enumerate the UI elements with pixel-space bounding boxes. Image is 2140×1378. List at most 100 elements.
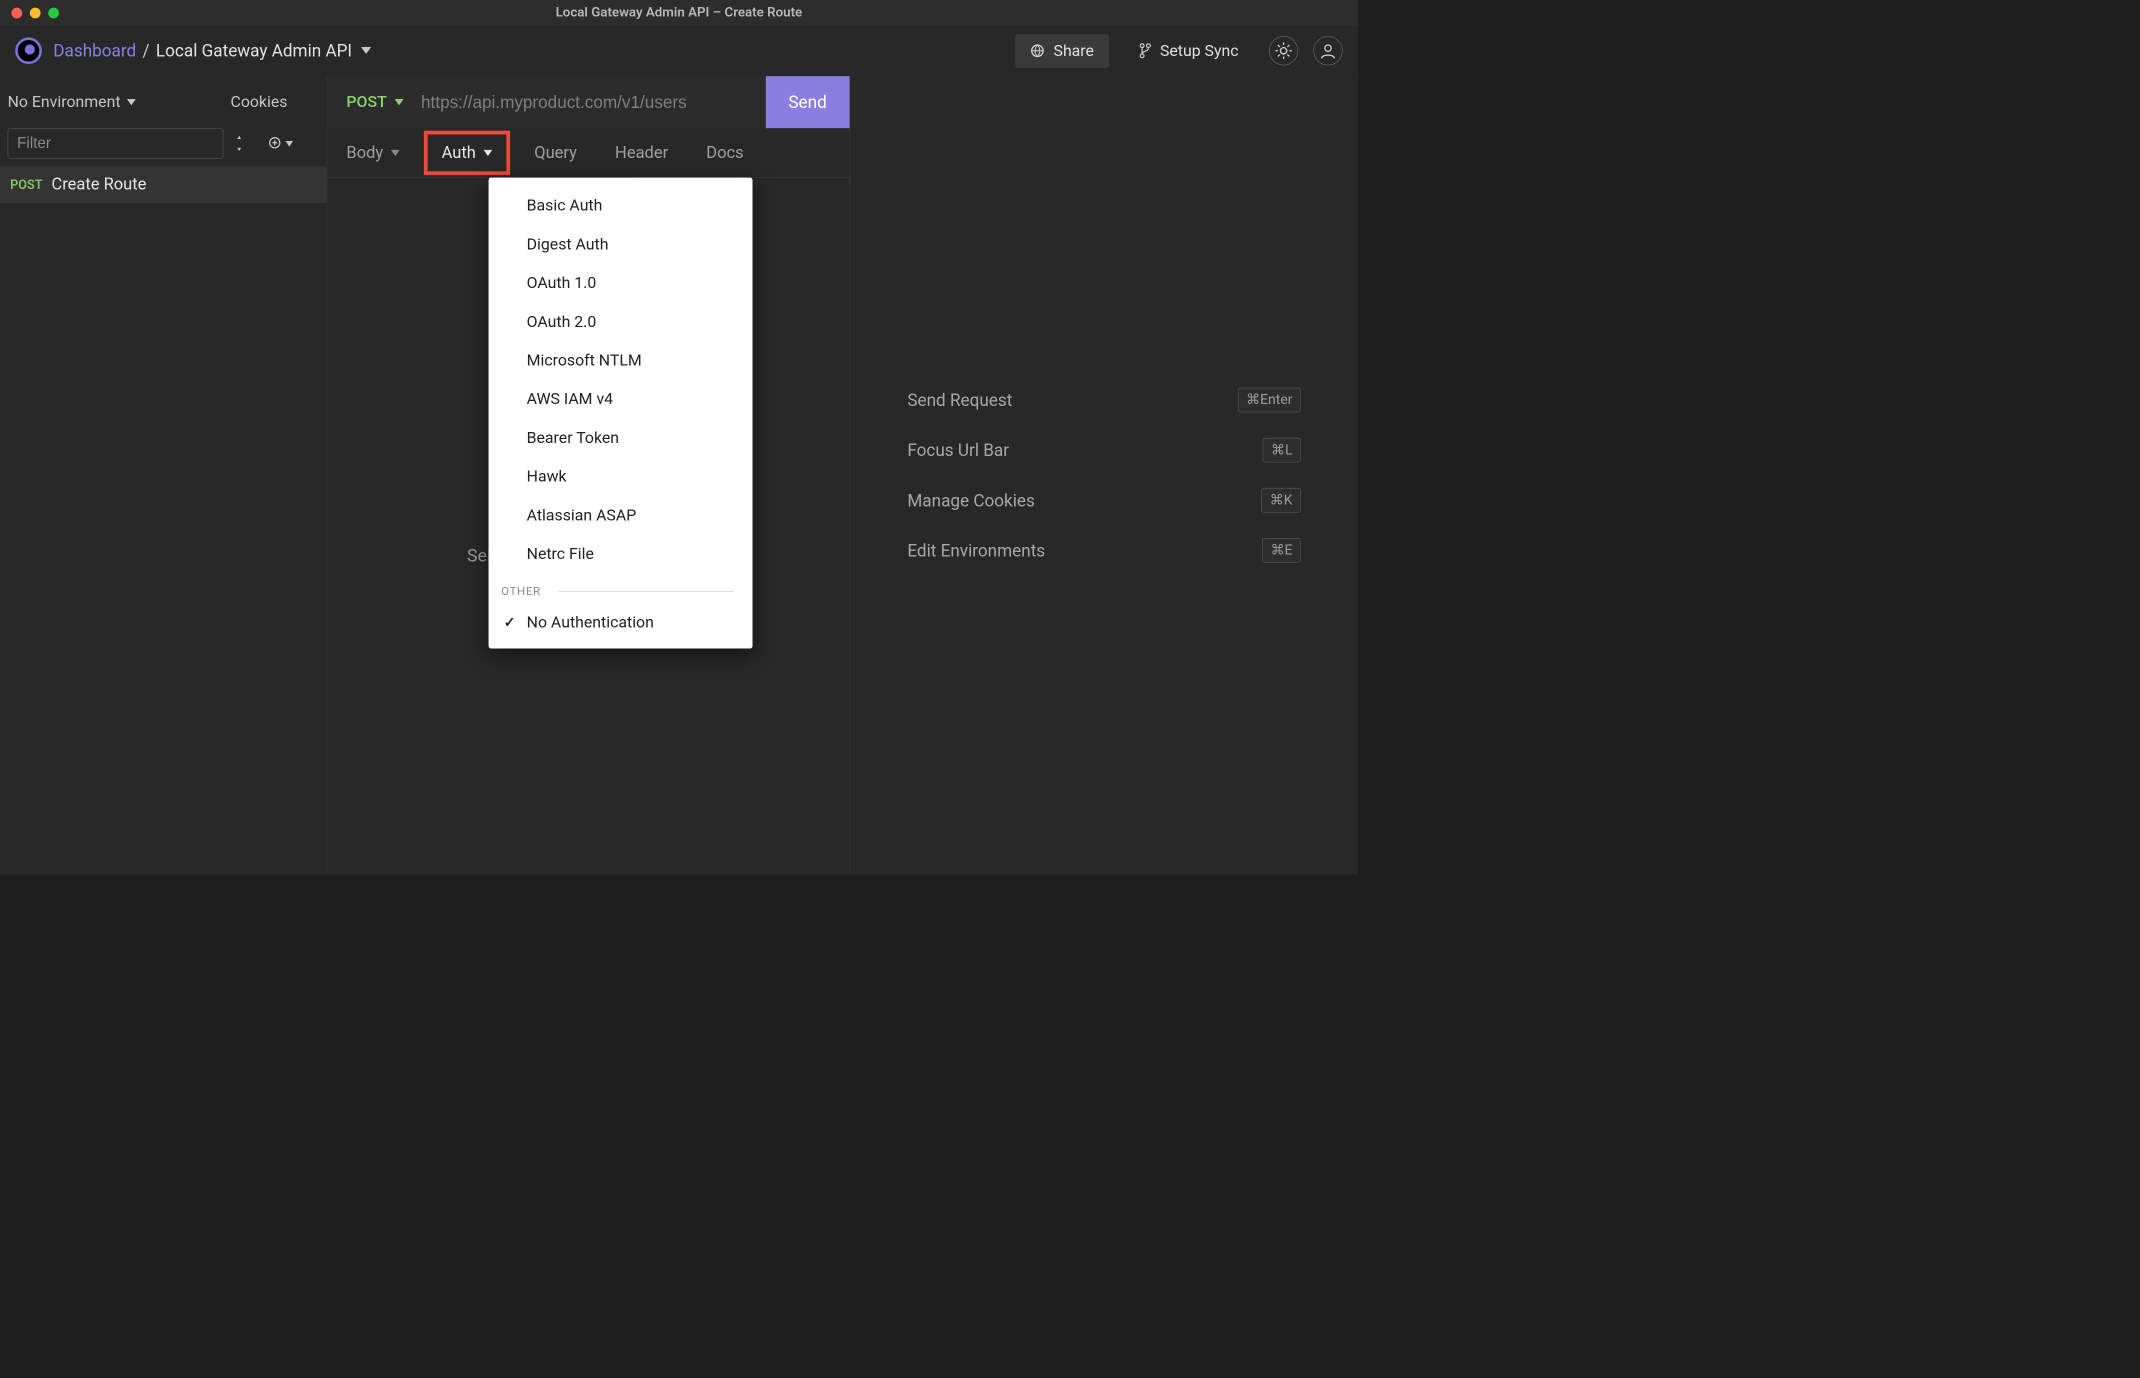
send-button[interactable]: Send [766, 76, 850, 128]
header-actions: Share Setup Sync [1015, 34, 1342, 68]
sort-button[interactable] [237, 136, 248, 151]
auth-option-label: Netrc File [527, 545, 594, 563]
add-button[interactable] [269, 137, 293, 150]
shortcut-key: ⌘E [1262, 538, 1300, 563]
request-item[interactable]: POST Create Route [0, 166, 327, 203]
shortcut-label: Focus Url Bar [907, 440, 1009, 460]
shortcut-label: Manage Cookies [907, 490, 1034, 510]
setup-sync-button[interactable]: Setup Sync [1124, 34, 1253, 68]
app-window: Local Gateway Admin API – Create Route D… [0, 0, 1358, 874]
environment-label: No Environment [8, 93, 121, 111]
git-branch-icon [1140, 43, 1151, 58]
shortcut-key: ⌘K [1262, 488, 1301, 513]
header: Dashboard / Local Gateway Admin API Shar… [0, 25, 1358, 76]
main: No Environment Cookies [0, 76, 1358, 874]
auth-option-bearer[interactable]: Bearer Token [489, 419, 753, 458]
shortcut-key: ⌘Enter [1238, 388, 1301, 413]
app-logo-icon[interactable] [15, 37, 42, 64]
auth-option-label: Digest Auth [527, 235, 609, 253]
auth-option-label: Bearer Token [527, 429, 619, 447]
url-input[interactable] [421, 92, 765, 112]
chevron-down-icon [391, 149, 400, 155]
maximize-window-button[interactable] [48, 7, 59, 18]
shortcut-focus-url: Focus Url Bar ⌘L [907, 438, 1300, 463]
request-name-label: Create Route [51, 175, 146, 194]
project-name: Local Gateway Admin API [156, 41, 352, 61]
tab-body[interactable]: Body [346, 143, 399, 162]
auth-option-label: Microsoft NTLM [527, 352, 642, 370]
auth-option-label: Atlassian ASAP [527, 506, 637, 524]
auth-option-basic[interactable]: Basic Auth [489, 187, 753, 226]
chevron-down-icon [361, 47, 371, 55]
filter-input[interactable] [8, 128, 224, 158]
auth-section-label: OTHER [501, 585, 540, 598]
request-method: POST [10, 177, 42, 192]
sidebar-filter-actions [237, 136, 293, 151]
shortcut-label: Edit Environments [907, 540, 1045, 560]
tab-header[interactable]: Header [615, 143, 668, 162]
auth-option-oauth1[interactable]: OAuth 1.0 [489, 264, 753, 303]
auth-option-ntlm[interactable]: Microsoft NTLM [489, 341, 753, 380]
shortcut-send: Send Request ⌘Enter [907, 388, 1300, 413]
request-list: POST Create Route [0, 166, 327, 874]
sidebar-top-row: No Environment Cookies [0, 76, 327, 128]
environment-dropdown[interactable]: No Environment [8, 89, 136, 115]
breadcrumb-separator: / [143, 41, 150, 61]
setup-sync-label: Setup Sync [1160, 42, 1239, 60]
gear-icon [1275, 43, 1291, 59]
titlebar: Local Gateway Admin API – Create Route [0, 0, 1358, 25]
chevron-down-icon [286, 141, 294, 147]
auth-option-hawk[interactable]: Hawk [489, 457, 753, 496]
auth-option-netrc[interactable]: Netrc File [489, 535, 753, 574]
plus-circle-icon [269, 137, 282, 150]
method-dropdown[interactable]: POST [346, 93, 403, 111]
auth-option-label: Hawk [527, 468, 567, 486]
sidebar: No Environment Cookies [0, 76, 327, 874]
tab-docs[interactable]: Docs [706, 143, 743, 162]
shortcut-environments: Edit Environments ⌘E [907, 538, 1300, 563]
divider [558, 591, 733, 592]
auth-option-asap[interactable]: Atlassian ASAP [489, 496, 753, 535]
account-button[interactable] [1313, 36, 1342, 65]
dashboard-link[interactable]: Dashboard [53, 41, 136, 61]
auth-option-digest[interactable]: Digest Auth [489, 225, 753, 264]
app-logo-inner [25, 44, 35, 54]
auth-option-label: AWS IAM v4 [527, 390, 613, 408]
auth-option-label: OAuth 2.0 [527, 313, 597, 331]
sort-icon [237, 136, 248, 151]
auth-option-aws[interactable]: AWS IAM v4 [489, 380, 753, 419]
chevron-down-icon [394, 99, 403, 105]
request-pane: POST Send Body Auth [327, 76, 850, 874]
shortcut-label: Send Request [907, 390, 1012, 410]
sidebar-filter-row [0, 128, 327, 166]
tab-header-label: Header [615, 143, 668, 162]
shortcut-key: ⌘L [1263, 438, 1301, 463]
response-pane: Send Request ⌘Enter Focus Url Bar ⌘L Man… [850, 76, 1358, 874]
project-dropdown[interactable]: Local Gateway Admin API [156, 41, 371, 61]
share-button[interactable]: Share [1015, 34, 1109, 68]
tab-auth[interactable]: Auth [424, 130, 510, 174]
globe-icon [1031, 44, 1045, 58]
auth-option-oauth2[interactable]: OAuth 2.0 [489, 303, 753, 342]
tab-body-label: Body [346, 143, 383, 162]
minimize-window-button[interactable] [30, 7, 41, 18]
tab-docs-label: Docs [706, 143, 743, 162]
cookies-button[interactable]: Cookies [231, 93, 320, 111]
window-controls [0, 7, 59, 18]
user-icon [1320, 43, 1336, 59]
tab-query-label: Query [534, 143, 577, 162]
auth-option-label: OAuth 1.0 [527, 274, 597, 292]
auth-option-none[interactable]: No Authentication [489, 603, 753, 642]
tab-query[interactable]: Query [534, 143, 577, 162]
breadcrumb: Dashboard / Local Gateway Admin API [53, 41, 371, 61]
auth-section-other: OTHER [489, 574, 753, 604]
chevron-down-icon [483, 149, 492, 155]
close-window-button[interactable] [11, 7, 22, 18]
auth-option-label: No Authentication [527, 614, 654, 632]
chevron-down-icon [127, 99, 136, 105]
cookies-label: Cookies [231, 93, 288, 111]
settings-button[interactable] [1269, 36, 1298, 65]
response-placeholder: Send Request ⌘Enter Focus Url Bar ⌘L Man… [850, 76, 1358, 874]
tab-auth-label: Auth [442, 143, 476, 162]
method-label: POST [346, 93, 386, 111]
